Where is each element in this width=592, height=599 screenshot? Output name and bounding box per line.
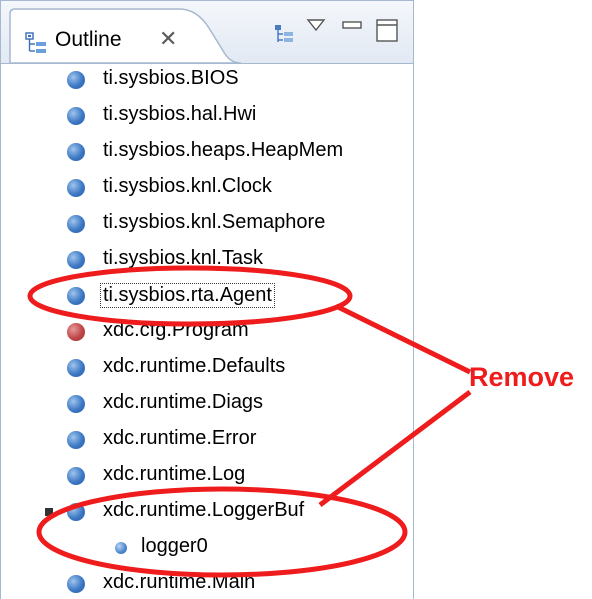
arrow-line-upper bbox=[334, 303, 472, 375]
remove-annotation-label: Remove bbox=[469, 362, 575, 392]
annotation-overlay bbox=[27, 265, 472, 578]
highlight-ellipse-loggerbuf bbox=[36, 486, 408, 578]
highlight-ellipse-agent bbox=[27, 265, 353, 327]
arrow-line-lower bbox=[318, 390, 472, 507]
screenshot: Outline ✕ ti.sysbios.BIOS ti.sysbios.hal… bbox=[0, 0, 592, 599]
